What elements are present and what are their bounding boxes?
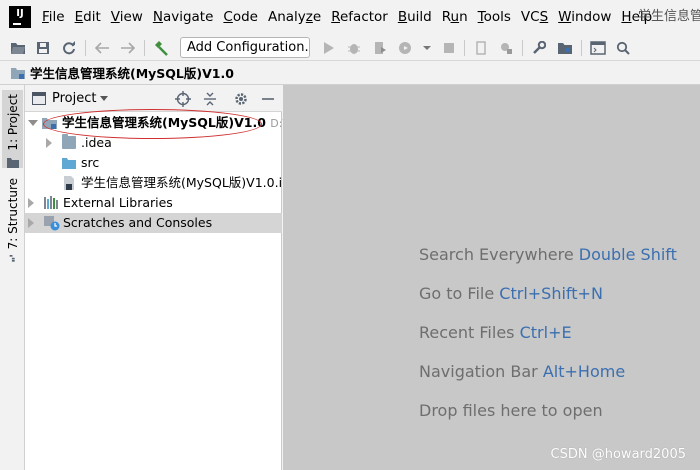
collapsed-arrow-icon[interactable] [46,138,52,148]
toolbar-separator [522,40,523,56]
collapsed-arrow-icon[interactable] [28,198,34,208]
window-title: 学生信息管 [638,9,700,24]
tree-item-label: 学生信息管理系统(MySQL版)V1.0.im [81,175,295,190]
navigation-bar: 学生信息管理系统(MySQL版)V1.0 [0,61,700,85]
coverage-icon[interactable] [371,39,389,57]
menu-bar: IJ File Edit View Navigate Code Analyze … [0,0,700,34]
toolbar-separator [581,40,582,56]
scratches-icon [44,216,60,231]
menu-navigate[interactable]: Navigate [148,0,219,34]
minimize-icon[interactable] [260,91,276,107]
tree-item-idea-folder[interactable]: .idea [25,133,282,153]
main-toolbar: Add Configuration... [0,34,700,61]
collapse-all-icon[interactable] [202,91,218,107]
shortcut-key: Ctrl+Shift+N [499,284,603,303]
collapsed-arrow-icon[interactable] [28,218,34,228]
gear-icon[interactable] [233,91,249,107]
tree-item-scratches-and-consoles[interactable]: Scratches and Consoles [25,213,282,233]
menu-run[interactable]: Run [437,0,473,34]
hint-search-everywhere: Search Everywhere Double Shift [419,245,677,264]
source-folder-icon [62,156,76,169]
menu-file[interactable]: File [37,0,70,34]
shortcut-key: Ctrl+E [519,323,572,342]
device-icon[interactable] [472,39,490,57]
menu-tools[interactable]: Tools [473,0,516,34]
settings-wrench-icon[interactable] [530,39,548,57]
structure-tab-icon [9,255,15,262]
project-tool-window: Project 学生信息管理系统(MySQL版)V1.0 D:\Id [25,85,296,470]
chevron-down-icon[interactable] [100,96,108,101]
terminal-icon[interactable] [589,39,607,57]
left-tool-stripe: 1: Project 7: Structure [0,85,25,470]
menu-code[interactable]: Code [218,0,263,34]
hint-drop-files: Drop files here to open [419,401,603,420]
forward-arrow-icon[interactable] [119,39,137,57]
shortcut-key: Alt+Home [542,362,626,381]
menu-window[interactable]: Window [553,0,616,34]
breadcrumb-project[interactable]: 学生信息管理系统(MySQL版)V1.0 [30,63,234,82]
run-icon[interactable] [320,39,338,57]
watermark: CSDN @howard2005 [550,447,686,462]
tree-item-label: .idea [81,135,112,150]
locate-target-icon[interactable] [175,91,191,107]
project-tab-icon [6,157,19,168]
hint-go-to-file: Go to File Ctrl+Shift+N [419,284,603,303]
sync-icon[interactable] [60,39,78,57]
toolbar-separator [144,40,145,56]
tree-item-label: External Libraries [63,195,173,210]
shortcut-key: Double Shift [578,245,677,264]
menu-edit[interactable]: Edit [70,0,106,34]
save-icon[interactable] [34,39,52,57]
toolbar-separator [85,40,86,56]
menu-build[interactable]: Build [393,0,437,34]
module-folder-icon [42,116,57,129]
expanded-arrow-icon[interactable] [28,120,38,126]
menu-view[interactable]: View [106,0,148,34]
tree-item-external-libraries[interactable]: External Libraries [25,193,282,213]
tree-item-label: src [81,155,100,170]
project-folder-icon [11,66,25,80]
menu-vcs[interactable]: VCS [516,0,553,34]
tree-item-label: 学生信息管理系统(MySQL版)V1.0 [62,115,266,130]
project-structure-icon[interactable] [556,39,574,57]
menu-refactor[interactable]: Refactor [326,0,393,34]
search-icon[interactable] [614,39,632,57]
debug-icon[interactable] [345,39,363,57]
profile-icon[interactable] [396,39,414,57]
tab-project[interactable]: 1: Project [2,90,23,168]
module-file-icon [63,176,77,190]
open-folder-icon[interactable] [9,39,27,57]
tree-item-src-folder[interactable]: src [25,153,282,173]
back-arrow-icon[interactable] [93,39,111,57]
intellij-logo-icon: IJ [9,6,31,28]
menu-analyze[interactable]: Analyze [263,0,326,34]
editor-empty-area: Search Everywhere Double Shift Go to Fil… [283,85,700,470]
build-hammer-icon[interactable] [152,39,170,57]
folder-icon [62,134,76,149]
tree-item-iml-file[interactable]: 学生信息管理系统(MySQL版)V1.0.im [25,173,294,193]
tree-item-project-root[interactable]: 学生信息管理系统(MySQL版)V1.0 D:\Id [25,113,296,133]
project-panel-header: Project [25,85,282,112]
project-view-icon [32,92,46,105]
hint-navigation-bar: Navigation Bar Alt+Home [419,362,626,381]
libraries-icon [44,196,58,209]
tab-structure[interactable]: 7: Structure [2,178,23,262]
add-configuration-button[interactable]: Add Configuration... [180,37,310,58]
stop-icon[interactable] [440,39,458,57]
tree-item-label: Scratches and Consoles [63,215,213,230]
hint-recent-files: Recent Files Ctrl+E [419,323,572,342]
project-view-selector[interactable]: Project [52,85,96,112]
attach-icon[interactable] [497,39,515,57]
run-more-dropdown-icon[interactable] [418,39,436,57]
toolbar-separator [464,40,465,56]
